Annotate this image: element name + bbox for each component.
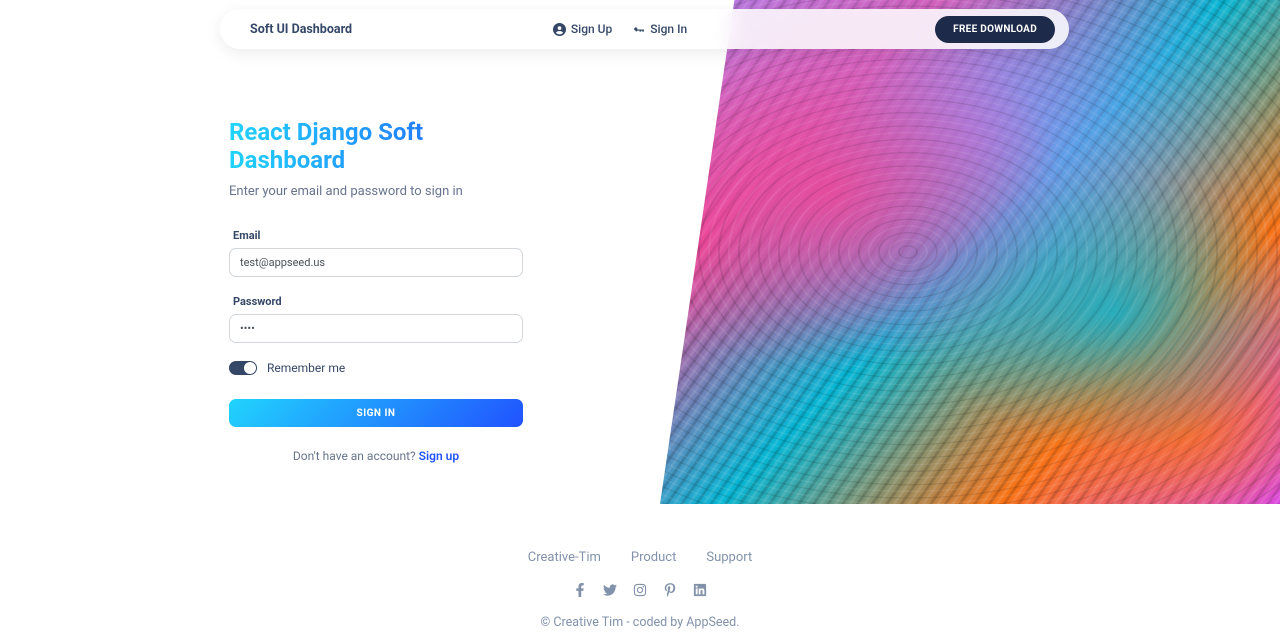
signup-prompt-text: Don't have an account? bbox=[293, 449, 419, 463]
email-input[interactable] bbox=[229, 248, 523, 277]
key-icon bbox=[632, 23, 645, 36]
signin-form: React Django Soft Dashboard Enter your e… bbox=[229, 118, 523, 463]
page-subtitle: Enter your email and password to sign in bbox=[229, 184, 523, 199]
signup-prompt: Don't have an account? Sign up bbox=[229, 449, 523, 463]
pinterest-icon[interactable] bbox=[663, 583, 677, 597]
remember-row: Remember me bbox=[229, 361, 523, 375]
twitter-icon[interactable] bbox=[603, 583, 617, 597]
password-input[interactable] bbox=[229, 314, 523, 343]
facebook-icon[interactable] bbox=[573, 583, 587, 597]
remember-label: Remember me bbox=[267, 361, 345, 375]
remember-toggle[interactable] bbox=[229, 361, 257, 375]
nav-links: Sign Up Sign In bbox=[553, 22, 687, 36]
instagram-icon[interactable] bbox=[633, 583, 647, 597]
nav-signup[interactable]: Sign Up bbox=[553, 22, 612, 36]
copyright: © Creative Tim - coded by AppSeed. bbox=[0, 615, 1280, 630]
password-label: Password bbox=[233, 295, 523, 308]
free-download-button[interactable]: FREE DOWNLOAD bbox=[935, 16, 1055, 43]
page-title: React Django Soft Dashboard bbox=[229, 118, 523, 174]
social-icons bbox=[0, 583, 1280, 597]
brand[interactable]: Soft UI Dashboard bbox=[250, 22, 352, 37]
nav-signin[interactable]: Sign In bbox=[632, 22, 687, 36]
linkedin-icon[interactable] bbox=[693, 583, 707, 597]
footer-links: Creative-Tim Product Support bbox=[0, 550, 1280, 565]
signup-link[interactable]: Sign up bbox=[419, 449, 459, 463]
footer-link-creativetim[interactable]: Creative-Tim bbox=[528, 550, 601, 565]
footer: Creative-Tim Product Support © Creative … bbox=[0, 550, 1280, 640]
nav-signin-label: Sign In bbox=[650, 22, 687, 36]
footer-link-support[interactable]: Support bbox=[706, 550, 752, 565]
nav-signup-label: Sign Up bbox=[571, 22, 612, 36]
user-circle-icon bbox=[553, 23, 566, 36]
hero-image bbox=[660, 0, 1280, 504]
signin-button[interactable]: SIGN IN bbox=[229, 399, 523, 427]
topbar: Soft UI Dashboard Sign Up Sign In FREE D… bbox=[220, 9, 1069, 49]
email-label: Email bbox=[233, 229, 523, 242]
footer-link-product[interactable]: Product bbox=[631, 550, 676, 565]
